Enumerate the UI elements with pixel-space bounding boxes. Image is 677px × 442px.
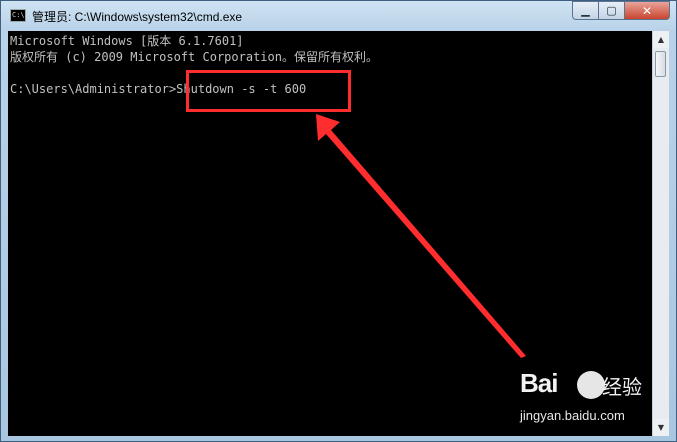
baidu-paw-icon <box>577 371 605 399</box>
baidu-jingyan-label: 经验 <box>602 375 642 399</box>
baidu-logo: Bai <box>520 368 558 398</box>
baidu-url: jingyan.baidu.com <box>520 408 625 423</box>
baidu-watermark: Bai 经验 jingyan.baidu.com <box>520 368 642 434</box>
